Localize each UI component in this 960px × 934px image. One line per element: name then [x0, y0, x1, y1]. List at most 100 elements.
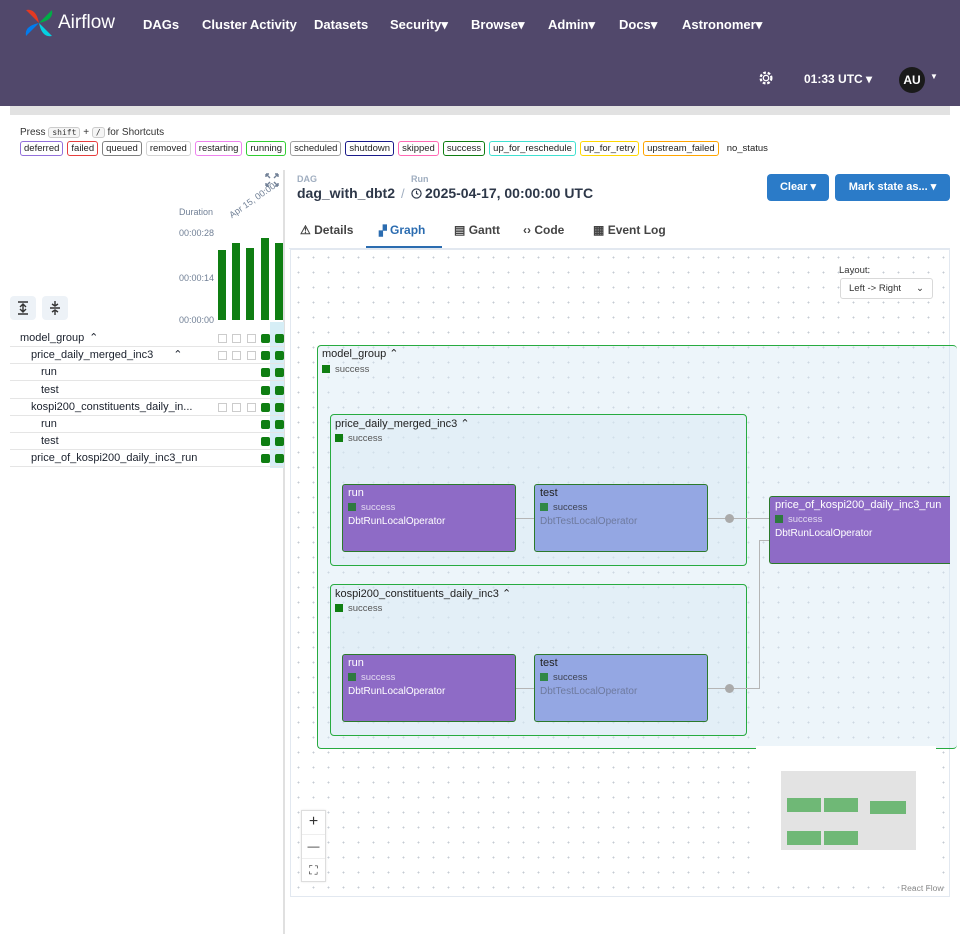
- task-instance-cell[interactable]: [232, 402, 241, 412]
- task-instance-cell[interactable]: [261, 454, 270, 464]
- legend-no-status[interactable]: no_status: [723, 141, 772, 156]
- time-zone-menu[interactable]: 01:33 UTC ▾: [804, 72, 872, 86]
- task-instance-cell[interactable]: [261, 385, 270, 395]
- group-model-group-title[interactable]: model_group ⌃: [322, 347, 399, 360]
- nav-astronomer[interactable]: Astronomer▾: [682, 17, 762, 33]
- legend-queued[interactable]: queued: [102, 141, 142, 156]
- zoom-in-button[interactable]: +: [302, 811, 325, 835]
- task-instance-cell[interactable]: [275, 385, 284, 395]
- legend-restarting[interactable]: restarting: [194, 141, 243, 156]
- tree-row[interactable]: run: [10, 364, 284, 382]
- run-date[interactable]: 2025-04-17, 00:00:00 UTC: [425, 185, 593, 201]
- legend-removed[interactable]: removed: [145, 141, 191, 156]
- group-kospi-title[interactable]: kospi200_constituents_daily_inc3 ⌃: [335, 587, 511, 600]
- minimap[interactable]: [756, 746, 936, 884]
- zoom-out-button[interactable]: —: [302, 835, 325, 859]
- task-instance-cell[interactable]: [218, 334, 227, 343]
- tree-row[interactable]: price_daily_merged_inc3 ⌃: [10, 347, 284, 365]
- shortcut-press-text: Press: [20, 127, 46, 138]
- legend-up-for-reschedule[interactable]: up_for_reschedule: [489, 141, 576, 156]
- duration-bar[interactable]: [261, 238, 269, 320]
- legend-success[interactable]: success: [442, 141, 486, 156]
- task-instance-cell[interactable]: [247, 334, 256, 343]
- chevron-up-icon[interactable]: ⌃: [89, 330, 98, 346]
- nav-dags[interactable]: DAGs: [143, 17, 179, 32]
- tree-row[interactable]: price_of_kospi200_daily_inc3_run: [10, 450, 284, 468]
- collapse-all-icon: [50, 301, 60, 315]
- react-flow-attribution[interactable]: React Flow: [901, 883, 944, 893]
- chevron-down-icon[interactable]: ▼: [930, 72, 938, 81]
- nav-browse[interactable]: Browse▾: [471, 17, 525, 33]
- tree-row[interactable]: kospi200_constituents_daily_in...: [10, 399, 284, 416]
- duration-bar[interactable]: [246, 248, 254, 320]
- expand-all-button[interactable]: [10, 296, 36, 320]
- layout-select[interactable]: Left -> Right ⌄: [840, 278, 933, 299]
- legend-upstream-failed[interactable]: upstream_failed: [643, 141, 719, 156]
- tab-event-log[interactable]: ▦ Event Log: [593, 223, 666, 237]
- task-instance-cell[interactable]: [275, 368, 284, 378]
- legend-failed[interactable]: failed: [67, 141, 99, 156]
- user-avatar[interactable]: AU: [899, 67, 925, 93]
- task-instance-cell[interactable]: [275, 420, 284, 429]
- task-price-run[interactable]: run success DbtRunLocalOperator: [342, 484, 516, 552]
- group-price-title[interactable]: price_daily_merged_inc3 ⌃: [335, 417, 470, 430]
- task-kospi-test[interactable]: test success DbtTestLocalOperator: [534, 654, 708, 722]
- edge-price-run-test: [516, 518, 534, 519]
- chevron-up-icon[interactable]: ⌃: [173, 347, 182, 363]
- tab-code[interactable]: ‹› Code: [523, 223, 564, 237]
- airflow-logo-icon[interactable]: [22, 6, 56, 40]
- task-instance-cell[interactable]: [232, 334, 241, 343]
- collapse-all-button[interactable]: [42, 296, 68, 320]
- task-kospi-run[interactable]: run success DbtRunLocalOperator: [342, 654, 516, 722]
- task-instance-cell[interactable]: [261, 437, 270, 447]
- duration-bar[interactable]: [232, 243, 240, 320]
- legend-deferred[interactable]: deferred: [20, 141, 64, 156]
- tree-row[interactable]: run: [10, 416, 284, 433]
- dag-name[interactable]: dag_with_dbt2: [297, 185, 395, 201]
- nav-docs[interactable]: Docs▾: [619, 17, 657, 33]
- legend-skipped[interactable]: skipped: [398, 141, 439, 156]
- nav-security[interactable]: Security▾: [390, 17, 448, 33]
- task-price-of-kospi200-run[interactable]: price_of_kospi200_daily_inc3_run success…: [769, 496, 950, 564]
- nav-cluster-activity[interactable]: Cluster Activity: [202, 17, 297, 32]
- task-instance-cell[interactable]: [275, 437, 284, 447]
- legend-shutdown[interactable]: shutdown: [345, 141, 395, 156]
- task-instance-cell[interactable]: [261, 368, 270, 378]
- clear-button[interactable]: Clear ▾: [767, 174, 829, 201]
- task-instance-cell[interactable]: [247, 402, 256, 412]
- task-instance-cell[interactable]: [275, 402, 284, 412]
- legend-running[interactable]: running: [246, 141, 287, 156]
- tree-row[interactable]: model_group ⌃: [10, 330, 284, 347]
- gantt-icon: ▤: [454, 223, 466, 237]
- tree-row[interactable]: test: [10, 433, 284, 451]
- chevron-up-icon: ⌃: [460, 418, 470, 430]
- task-instance-cell[interactable]: [261, 420, 270, 429]
- task-instance-cell[interactable]: [261, 334, 270, 343]
- task-instance-cell[interactable]: [218, 402, 227, 412]
- task-instance-cell[interactable]: [218, 351, 227, 361]
- nav-admin[interactable]: Admin▾: [548, 17, 595, 33]
- task-price-test[interactable]: test success DbtTestLocalOperator: [534, 484, 708, 552]
- tab-gantt-label: Gantt: [468, 223, 501, 237]
- legend-up-for-retry[interactable]: up_for_retry: [579, 141, 640, 156]
- legend-scheduled[interactable]: scheduled: [290, 141, 342, 156]
- task-instance-cell[interactable]: [261, 351, 270, 361]
- gear-icon[interactable]: [757, 69, 775, 87]
- mark-state-button[interactable]: Mark state as... ▾: [835, 174, 950, 201]
- duration-bar[interactable]: [218, 250, 226, 320]
- task-instance-cell[interactable]: [247, 351, 256, 361]
- tab-details[interactable]: ⚠ Details: [300, 223, 353, 237]
- tree-row[interactable]: test: [10, 382, 284, 399]
- task-instance-cell[interactable]: [275, 351, 284, 361]
- task-instance-cell[interactable]: [232, 351, 241, 361]
- task-instance-cell[interactable]: [275, 334, 284, 343]
- tab-gantt[interactable]: ▤ Gantt: [454, 223, 500, 237]
- task-instance-cell[interactable]: [275, 454, 284, 464]
- brand-name[interactable]: Airflow: [58, 12, 115, 34]
- task-status: success: [775, 514, 822, 525]
- fit-view-button[interactable]: ⛶: [302, 859, 325, 883]
- tab-graph[interactable]: ▞ Graph: [379, 223, 425, 237]
- duration-bar[interactable]: [275, 243, 283, 320]
- nav-datasets[interactable]: Datasets: [314, 17, 368, 32]
- task-instance-cell[interactable]: [261, 402, 270, 412]
